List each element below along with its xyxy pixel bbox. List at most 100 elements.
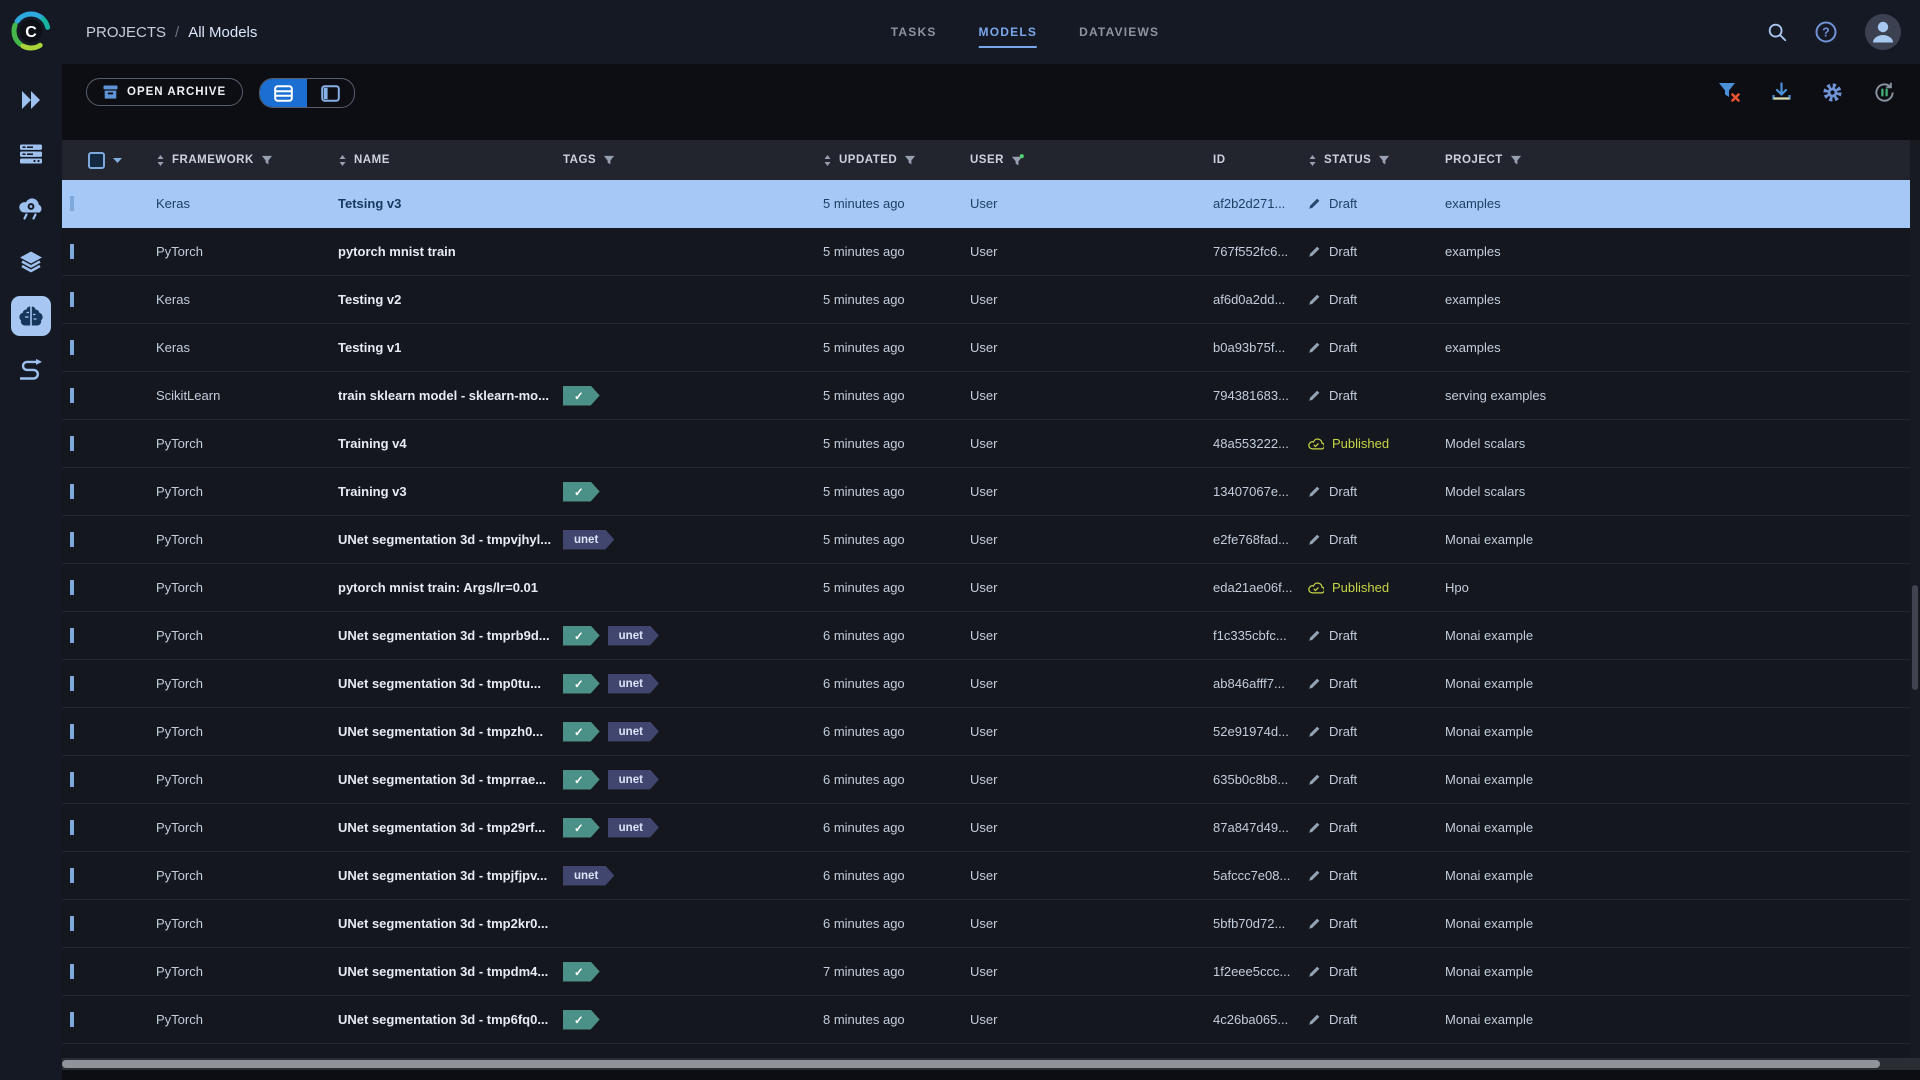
- table-row[interactable]: PyTorchUNet segmentation 3d - tmprrae...…: [62, 756, 1920, 804]
- row-checkbox[interactable]: [70, 484, 74, 499]
- row-checkbox[interactable]: [70, 436, 74, 451]
- cell-name[interactable]: UNet segmentation 3d - tmpdm4...: [330, 964, 555, 979]
- row-checkbox[interactable]: [70, 916, 74, 931]
- table-row[interactable]: PyTorchUNet segmentation 3d - tmp29rf...…: [62, 804, 1920, 852]
- cell-project: examples: [1437, 292, 1920, 307]
- filter-icon-project[interactable]: [1510, 154, 1522, 166]
- table-row[interactable]: ScikitLearntrain sklearn model - sklearn…: [62, 372, 1920, 420]
- row-checkbox[interactable]: [70, 388, 74, 403]
- column-header-project[interactable]: PROJECT: [1437, 154, 1920, 166]
- sidebar-item-datasets[interactable]: [11, 242, 51, 282]
- download-icon[interactable]: [1771, 82, 1792, 102]
- filter-icon-tags[interactable]: [603, 154, 615, 166]
- table-row[interactable]: KerasTesting v25 minutes agoUseraf6d0a2d…: [62, 276, 1920, 324]
- table-row[interactable]: PyTorchUNet segmentation 3d - tmpdm4...✓…: [62, 948, 1920, 996]
- sidebar-item-applications[interactable]: [11, 188, 51, 228]
- column-header-name[interactable]: NAME: [330, 154, 555, 167]
- user-avatar[interactable]: [1864, 13, 1902, 51]
- tab-models[interactable]: MODELS: [979, 25, 1038, 48]
- filter-icon-user[interactable]: [1011, 154, 1024, 167]
- cell-name[interactable]: Testing v1: [330, 340, 555, 355]
- row-checkbox[interactable]: [70, 580, 74, 595]
- clearml-logo[interactable]: C: [8, 8, 54, 54]
- filter-icon-status[interactable]: [1378, 154, 1390, 166]
- vertical-scrollbar-thumb[interactable]: [1912, 585, 1918, 690]
- card-view-button[interactable]: [307, 79, 354, 107]
- sidebar-item-workers-queues[interactable]: [11, 134, 51, 174]
- row-checkbox[interactable]: [70, 868, 74, 883]
- search-icon[interactable]: [1766, 21, 1788, 43]
- table-row[interactable]: PyTorchUNet segmentation 3d - tmpvjhyl..…: [62, 516, 1920, 564]
- cell-name[interactable]: UNet segmentation 3d - tmp0tu...: [330, 676, 555, 691]
- row-checkbox[interactable]: [70, 820, 74, 835]
- select-menu-caret-icon[interactable]: [113, 158, 122, 163]
- cell-name[interactable]: UNet segmentation 3d - tmp29rf...: [330, 820, 555, 835]
- cell-name[interactable]: UNet segmentation 3d - tmpzh0...: [330, 724, 555, 739]
- column-header-updated[interactable]: UPDATED: [815, 154, 962, 167]
- row-checkbox[interactable]: [70, 676, 74, 691]
- sidebar-item-models[interactable]: [11, 296, 51, 336]
- settings-icon[interactable]: [1822, 82, 1843, 103]
- cell-name[interactable]: Training v4: [330, 436, 555, 451]
- column-header-status[interactable]: STATUS: [1300, 154, 1437, 167]
- cell-id: ab846afff7...: [1205, 676, 1300, 691]
- column-header-tags[interactable]: TAGS: [555, 154, 815, 166]
- table-row[interactable]: PyTorchTraining v45 minutes agoUser48a55…: [62, 420, 1920, 468]
- table-row[interactable]: PyTorchUNet segmentation 3d - tmprb9d...…: [62, 612, 1920, 660]
- filter-icon-updated[interactable]: [904, 154, 916, 166]
- row-checkbox[interactable]: [70, 244, 74, 259]
- breadcrumb-projects[interactable]: PROJECTS: [86, 24, 166, 41]
- row-checkbox[interactable]: [70, 532, 74, 547]
- table-row[interactable]: PyTorchUNet segmentation 3d - tmpzh0...✓…: [62, 708, 1920, 756]
- row-checkbox[interactable]: [70, 772, 74, 787]
- cell-name[interactable]: Testing v2: [330, 292, 555, 307]
- table-row[interactable]: PyTorchTraining v3✓5 minutes agoUser1340…: [62, 468, 1920, 516]
- column-header-user[interactable]: USER: [962, 154, 1205, 167]
- cell-name[interactable]: UNet segmentation 3d - tmpjfjpv...: [330, 868, 555, 883]
- tab-dataviews[interactable]: DATAVIEWS: [1079, 25, 1159, 48]
- table-row[interactable]: KerasTesting v15 minutes agoUserb0a93b75…: [62, 324, 1920, 372]
- cell-name[interactable]: UNet segmentation 3d - tmprb9d...: [330, 628, 555, 643]
- table-row[interactable]: PyTorchUNet segmentation 3d - tmp0tu...✓…: [62, 660, 1920, 708]
- horizontal-scrollbar[interactable]: [62, 1058, 1920, 1070]
- table-row[interactable]: PyTorchpytorch mnist train5 minutes agoU…: [62, 228, 1920, 276]
- cell-name[interactable]: UNet segmentation 3d - tmp6fq0...: [330, 1012, 555, 1027]
- sidebar-item-expand[interactable]: [11, 80, 51, 120]
- cell-name[interactable]: pytorch mnist train: Args/lr=0.01: [330, 580, 555, 595]
- table-row[interactable]: PyTorchUNet segmentation 3d - tmpjfjpv..…: [62, 852, 1920, 900]
- row-checkbox[interactable]: [70, 1012, 74, 1027]
- svg-text:C: C: [25, 24, 37, 41]
- help-icon[interactable]: ?: [1814, 20, 1838, 44]
- table-row[interactable]: PyTorchUNet segmentation 3d - tmp2kr0...…: [62, 900, 1920, 948]
- cell-name[interactable]: pytorch mnist train: [330, 244, 555, 259]
- open-archive-button[interactable]: OPEN ARCHIVE: [86, 78, 243, 106]
- cell-user: User: [962, 676, 1205, 691]
- row-checkbox[interactable]: [70, 292, 74, 307]
- tab-tasks[interactable]: TASKS: [891, 25, 937, 48]
- row-checkbox[interactable]: [70, 340, 74, 355]
- filter-icon-framework[interactable]: [261, 154, 273, 166]
- cell-name[interactable]: UNet segmentation 3d - tmpvjhyl...: [330, 532, 555, 547]
- cell-name[interactable]: train sklearn model - sklearn-mo...: [330, 388, 555, 403]
- table-row[interactable]: PyTorchUNet segmentation 3d - tmp6fq0...…: [62, 996, 1920, 1044]
- column-header-framework[interactable]: FRAMEWORK: [148, 154, 330, 167]
- cell-name[interactable]: UNet segmentation 3d - tmprrae...: [330, 772, 555, 787]
- table-row[interactable]: PyTorchpytorch mnist train: Args/lr=0.01…: [62, 564, 1920, 612]
- select-all-checkbox[interactable]: [88, 152, 105, 169]
- cell-framework: PyTorch: [148, 532, 330, 547]
- cell-name[interactable]: Tetsing v3: [330, 196, 555, 211]
- row-checkbox[interactable]: [70, 196, 74, 211]
- column-header-id[interactable]: ID: [1205, 154, 1300, 166]
- row-checkbox[interactable]: [70, 964, 74, 979]
- auto-refresh-icon[interactable]: [1873, 81, 1896, 104]
- row-checkbox[interactable]: [70, 628, 74, 643]
- clear-filters-icon[interactable]: [1718, 82, 1741, 102]
- row-checkbox[interactable]: [70, 724, 74, 739]
- table-view-button[interactable]: [260, 79, 307, 107]
- cell-name[interactable]: UNet segmentation 3d - tmp2kr0...: [330, 916, 555, 931]
- sidebar-item-pipelines[interactable]: [11, 350, 51, 390]
- vertical-scrollbar[interactable]: [1910, 140, 1920, 1058]
- horizontal-scrollbar-thumb[interactable]: [62, 1060, 1880, 1068]
- table-row[interactable]: KerasTetsing v35 minutes agoUseraf2b2d27…: [62, 180, 1920, 228]
- cell-name[interactable]: Training v3: [330, 484, 555, 499]
